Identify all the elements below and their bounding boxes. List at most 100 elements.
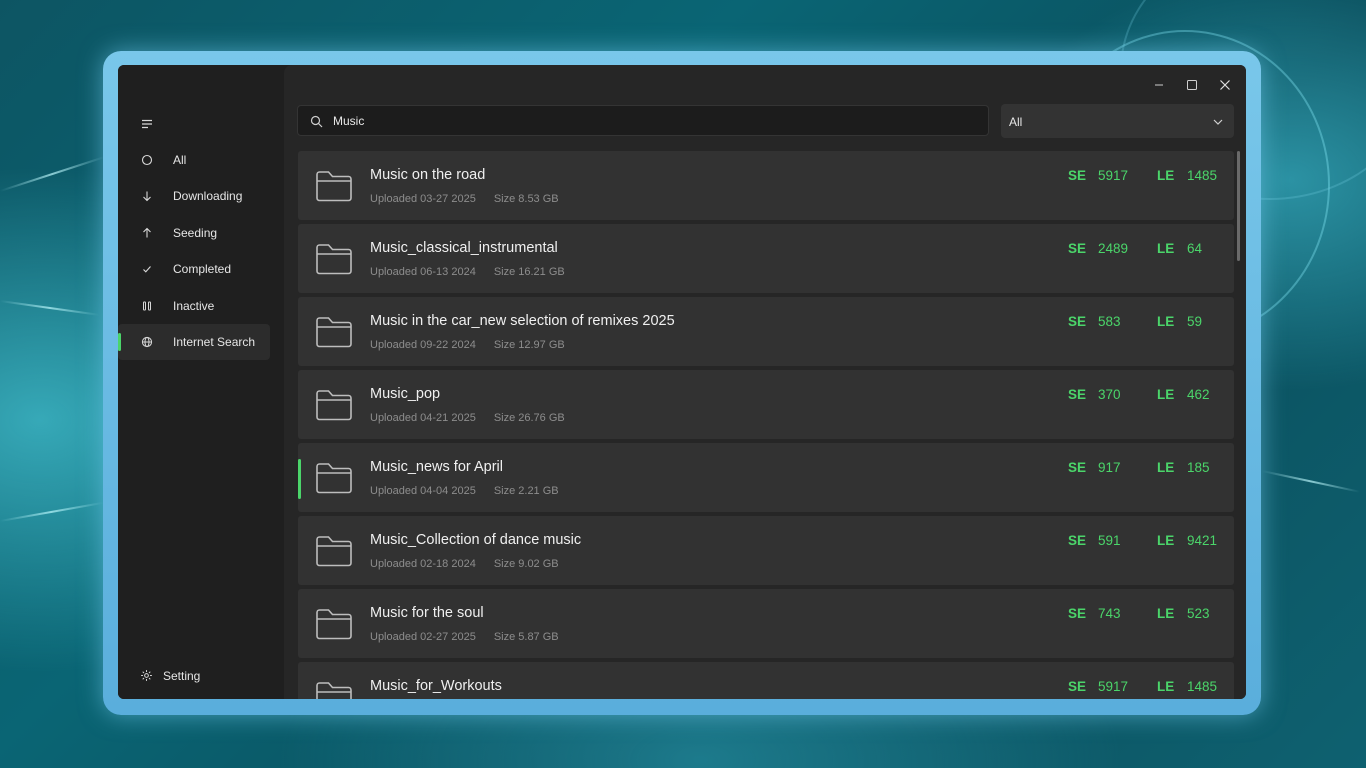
sidebar-item-internet-search[interactable]: Internet Search xyxy=(118,324,270,360)
result-row[interactable]: Music_classical_instrumental Uploaded 06… xyxy=(298,224,1234,293)
sidebar-item-downloading[interactable]: Downloading xyxy=(118,178,270,214)
result-meta: Uploaded 04-04 2025 Size 2.21 GB xyxy=(370,485,559,497)
file-size: Size 2.21 GB xyxy=(493,485,559,497)
seeders-count: 2489 xyxy=(1098,241,1129,256)
leechers-count: 9421 xyxy=(1187,533,1218,548)
filter-dropdown[interactable]: All xyxy=(1001,104,1234,138)
arrow-up-icon xyxy=(140,226,154,240)
upload-date: Uploaded 02-18 2024 xyxy=(370,558,476,570)
file-size: Size 9.02 GB xyxy=(493,558,559,570)
sidebar-item-completed[interactable]: Completed xyxy=(118,251,270,287)
seeders-label: SE xyxy=(1068,314,1087,329)
leechers-label: LE xyxy=(1157,387,1175,402)
upload-date: Uploaded 04-04 2025 xyxy=(370,485,476,497)
folder-icon xyxy=(316,682,352,699)
maximize-button[interactable] xyxy=(1177,73,1207,97)
upload-date: Uploaded 04-21 2025 xyxy=(370,412,476,424)
sidebar-item-all[interactable]: All xyxy=(118,142,270,178)
leechers-label: LE xyxy=(1157,168,1175,183)
close-icon xyxy=(1220,80,1230,90)
result-title: Music_classical_instrumental xyxy=(370,240,558,256)
result-row[interactable]: Music_for_Workouts SE 5917 LE 1485 xyxy=(298,662,1234,699)
leechers-label: LE xyxy=(1157,460,1175,475)
main-panel: All Music on the road Uploaded 03-27 202… xyxy=(284,65,1246,699)
search-input[interactable] xyxy=(333,106,973,135)
file-size: Size 8.53 GB xyxy=(493,193,559,205)
scrollbar-thumb[interactable] xyxy=(1237,151,1240,261)
maximize-icon xyxy=(1187,80,1197,90)
upload-date: Uploaded 03-27 2025 xyxy=(370,193,476,205)
setting-button[interactable]: Setting xyxy=(118,661,270,691)
filter-selected-value: All xyxy=(1009,115,1023,129)
background-light-streak xyxy=(1261,470,1361,493)
sidebar-item-label: Internet Search xyxy=(173,335,256,349)
folder-icon xyxy=(316,609,352,640)
leechers-count: 1485 xyxy=(1187,679,1218,694)
search-icon xyxy=(310,115,323,128)
seeders-count: 743 xyxy=(1098,606,1121,621)
result-row-selected[interactable]: Music_news for April Uploaded 04-04 2025… xyxy=(298,443,1234,512)
sidebar-item-label: Downloading xyxy=(173,189,243,203)
seeders-label: SE xyxy=(1068,168,1087,183)
checkmark-icon xyxy=(140,262,154,276)
background-light-streak xyxy=(0,300,100,316)
result-title: Music on the road xyxy=(370,167,486,183)
file-size: Size 16.21 GB xyxy=(493,266,565,278)
circle-icon xyxy=(140,153,154,167)
minimize-icon xyxy=(1155,84,1163,86)
leechers-count: 59 xyxy=(1187,314,1203,329)
result-row[interactable]: Music_pop Uploaded 04-21 2025 Size 26.76 … xyxy=(298,370,1234,439)
seeders-count: 917 xyxy=(1098,460,1121,475)
hamburger-menu-icon[interactable] xyxy=(140,117,154,131)
app-window: All Downloading Seeding Completed Inacti xyxy=(118,65,1246,699)
result-meta: Uploaded 03-27 2025 Size 8.53 GB xyxy=(370,193,559,205)
result-meta: Uploaded 06-13 2024 Size 16.21 GB xyxy=(370,266,565,278)
search-bar xyxy=(297,105,989,136)
leechers-count: 462 xyxy=(1187,387,1210,402)
sidebar-item-seeding[interactable]: Seeding xyxy=(118,215,270,251)
result-row[interactable]: Music_Collection of dance music Uploaded… xyxy=(298,516,1234,585)
seeders-label: SE xyxy=(1068,241,1087,256)
leechers-count: 1485 xyxy=(1187,168,1218,183)
gear-icon xyxy=(140,669,154,683)
seeders-label: SE xyxy=(1068,679,1087,694)
seeders-label: SE xyxy=(1068,533,1087,548)
close-button[interactable] xyxy=(1210,73,1240,97)
chevron-down-icon xyxy=(1212,116,1224,126)
file-size: Size 5.87 GB xyxy=(493,631,559,643)
seeders-label: SE xyxy=(1068,460,1087,475)
result-meta: Uploaded 09-22 2024 Size 12.97 GB xyxy=(370,339,565,351)
result-title: Music_Collection of dance music xyxy=(370,532,582,548)
file-size: Size 12.97 GB xyxy=(493,339,565,351)
setting-label: Setting xyxy=(163,669,201,683)
result-title: Music for the soul xyxy=(370,605,484,621)
seeders-count: 583 xyxy=(1098,314,1121,329)
folder-icon xyxy=(316,390,352,421)
leechers-label: LE xyxy=(1157,533,1175,548)
sidebar: All Downloading Seeding Completed Inacti xyxy=(118,65,284,699)
leechers-count: 64 xyxy=(1187,241,1203,256)
result-row[interactable]: Music on the road Uploaded 03-27 2025 Siz… xyxy=(298,151,1234,220)
seeders-label: SE xyxy=(1068,606,1087,621)
seeders-count: 370 xyxy=(1098,387,1121,402)
pause-icon xyxy=(140,299,154,313)
seeders-count: 5917 xyxy=(1098,168,1129,183)
result-title: Music_pop xyxy=(370,386,441,402)
leechers-label: LE xyxy=(1157,241,1175,256)
seeders-label: SE xyxy=(1068,387,1087,402)
upload-date: Uploaded 06-13 2024 xyxy=(370,266,476,278)
results-list: Music on the road Uploaded 03-27 2025 Siz… xyxy=(298,151,1234,699)
folder-icon xyxy=(316,244,352,275)
upload-date: Uploaded 02-27 2025 xyxy=(370,631,476,643)
upload-date: Uploaded 09-22 2024 xyxy=(370,339,476,351)
result-row[interactable]: Music for the soul Uploaded 02-27 2025 Si… xyxy=(298,589,1234,658)
file-size: Size 26.76 GB xyxy=(493,412,565,424)
folder-icon xyxy=(316,317,352,348)
seeders-count: 591 xyxy=(1098,533,1121,548)
minimize-button[interactable] xyxy=(1144,73,1174,97)
leechers-label: LE xyxy=(1157,314,1175,329)
result-row[interactable]: Music in the car_new selection of remixe… xyxy=(298,297,1234,366)
result-title: Music in the car_new selection of remixe… xyxy=(370,313,675,329)
sidebar-item-inactive[interactable]: Inactive xyxy=(118,288,270,324)
seeders-count: 5917 xyxy=(1098,679,1129,694)
